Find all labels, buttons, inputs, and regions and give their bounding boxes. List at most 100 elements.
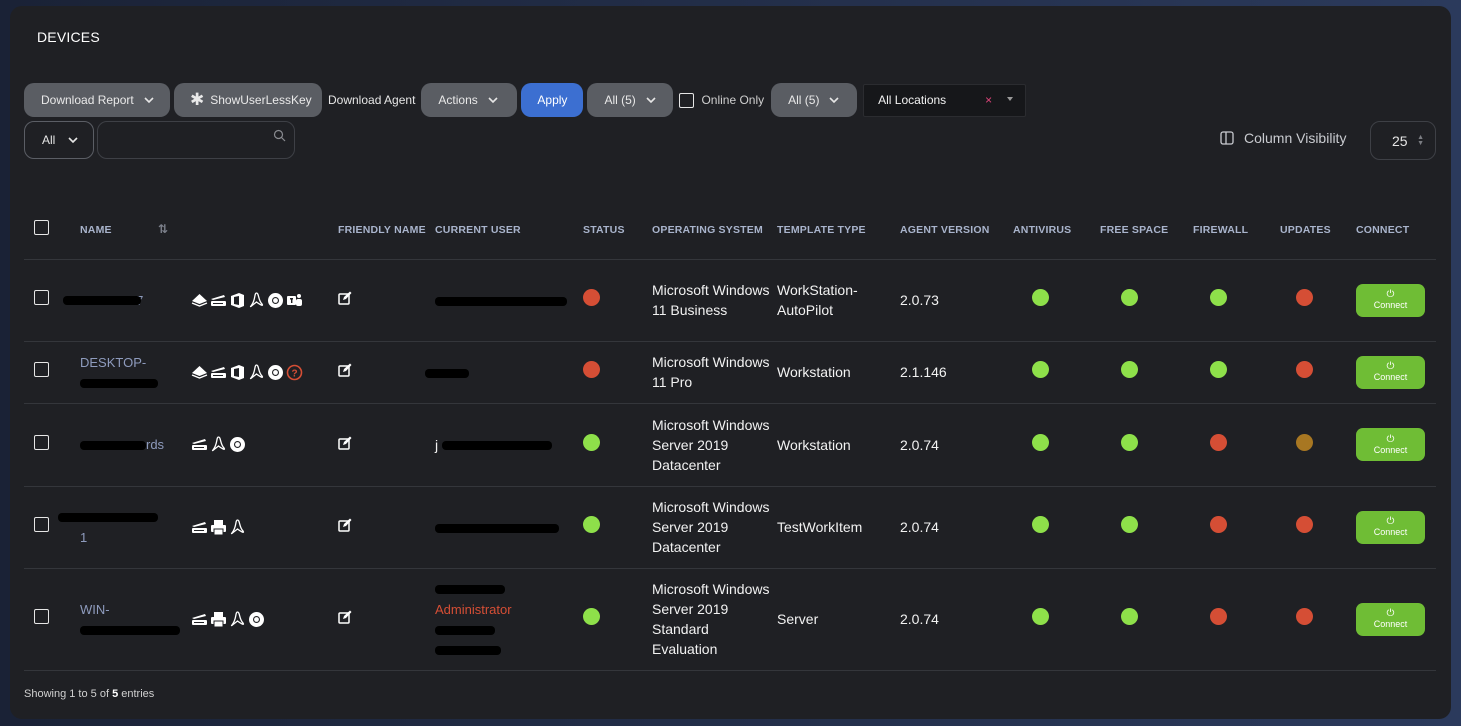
device-name-cell: 1 (58, 485, 191, 568)
device-name-link[interactable]: DESKTOP- (80, 355, 146, 370)
device-name-link[interactable]: rds (146, 437, 164, 452)
row-select-cell (24, 485, 80, 568)
redaction (58, 513, 158, 523)
row-select-cell (24, 402, 80, 486)
antivirus-dot (1032, 433, 1049, 451)
edit-icon[interactable] (338, 518, 352, 532)
edit-icon[interactable] (338, 610, 352, 624)
os-cell: Microsoft Windows Server 2019 Datacenter (652, 485, 777, 568)
connect-button[interactable]: ⏻ Connect (1356, 428, 1425, 461)
updates-cell (1280, 402, 1356, 486)
office-icon (231, 292, 244, 308)
devices-table: NAME ⇅ FRIENDLY NAME CURRENT USER STATUS… (24, 202, 1436, 671)
header-updates[interactable]: UPDATES (1280, 202, 1356, 259)
row-checkbox[interactable] (34, 434, 49, 450)
device-name-cell: AT-PC-107 (63, 258, 191, 341)
header-friendly-name[interactable]: FRIENDLY NAME (338, 202, 435, 259)
updates-dot (1296, 361, 1313, 378)
table-row: 1 Microsoft Windows Server 2019 Datacent… (24, 485, 1436, 568)
column-visibility-button[interactable]: Column Visibility (1220, 130, 1346, 146)
filter-2-label: All (5) (788, 93, 820, 107)
os-cell: Microsoft Windows Server 2019 Standard E… (652, 567, 777, 671)
power-icon: ⏻ (1386, 361, 1395, 372)
firewall-cell (1193, 258, 1280, 341)
updates-cell (1280, 485, 1356, 568)
device-name-cell: WIN- (80, 567, 191, 671)
filter-row: All (24, 121, 295, 159)
updates-dot (1296, 608, 1313, 625)
current-user-cell (435, 258, 583, 341)
device-name-link[interactable]: WIN- (80, 602, 110, 617)
pagination-suffix: entries (118, 688, 155, 700)
header-status[interactable]: STATUS (583, 202, 652, 259)
all-select[interactable]: All (24, 121, 94, 159)
sort-icon[interactable]: ⇅ (158, 222, 168, 237)
page-size-value: 25 (1392, 132, 1408, 149)
connect-button[interactable]: ⏻ Connect (1356, 602, 1425, 636)
firewall-cell (1193, 402, 1280, 486)
connect-button[interactable]: ⏻ Connect (1356, 283, 1425, 317)
firewall-cell (1193, 340, 1280, 403)
online-only-filter[interactable]: Online Only (679, 92, 764, 108)
header-antivirus[interactable]: ANTIVIRUS (1013, 202, 1100, 259)
row-checkbox[interactable] (34, 290, 49, 305)
header-agent-version[interactable]: AGENT VERSION (900, 202, 1013, 259)
header-firewall[interactable]: FIREWALL (1193, 202, 1280, 259)
edit-icon[interactable] (338, 291, 352, 305)
search-input[interactable] (98, 122, 294, 158)
connect-label: Connect (1373, 527, 1408, 537)
filter-dropdown-1[interactable]: All (5) (587, 83, 674, 117)
caret-down-icon[interactable] (1007, 96, 1014, 101)
apply-button[interactable]: Apply (521, 83, 584, 117)
agent-version-cell: 2.0.74 (900, 402, 1013, 486)
header-current-user[interactable]: CURRENT USER (435, 202, 583, 259)
location-select[interactable]: All Locations × (863, 83, 1027, 117)
updates-dot (1296, 433, 1313, 451)
free-space-dot (1121, 433, 1138, 451)
download-report-button[interactable]: Download Report (24, 83, 170, 117)
select-all-checkbox[interactable] (34, 220, 49, 236)
table-row: rds j Microsoft Windows Server 2019 Data… (24, 402, 1436, 486)
acrobat-icon (230, 610, 245, 626)
edit-icon[interactable] (338, 363, 352, 377)
agent-version-cell: 2.0.74 (900, 485, 1013, 568)
device-name-cell: rds (80, 402, 191, 486)
friendly-name-cell (338, 485, 435, 568)
show-user-less-key-button[interactable]: ✱ ShowUserLessKey (174, 83, 322, 117)
header-free-space[interactable]: FREE SPACE (1100, 202, 1193, 259)
row-checkbox[interactable] (34, 609, 49, 624)
power-icon: ⏻ (1386, 433, 1395, 445)
free-space-cell (1100, 402, 1193, 486)
row-checkbox[interactable] (34, 517, 49, 532)
free-space-dot (1121, 289, 1138, 306)
header-operating-system[interactable]: OPERATING SYSTEM (652, 202, 777, 259)
download-agent-link[interactable]: Download Agent (326, 93, 417, 107)
updates-dot (1296, 289, 1313, 306)
scanner-icon (211, 294, 226, 306)
redaction (435, 296, 567, 306)
asterisk-icon: ✱ (190, 90, 205, 109)
row-checkbox[interactable] (34, 362, 49, 377)
connect-button[interactable]: ⏻ Connect (1356, 510, 1425, 544)
antivirus-dot (1032, 361, 1049, 378)
device-name-link[interactable]: 1 (80, 530, 87, 545)
connect-button[interactable]: ⏻ Connect (1356, 355, 1425, 389)
actions-dropdown[interactable]: Actions (421, 83, 518, 117)
chevron-down-icon (144, 97, 154, 104)
clear-icon[interactable]: × (985, 93, 992, 107)
online-only-checkbox[interactable] (679, 92, 695, 108)
header-template-type[interactable]: TEMPLATE TYPE (777, 202, 900, 259)
page-size-select[interactable]: 25 ▲ ▼ (1370, 121, 1436, 160)
agent-version-cell: 2.0.74 (900, 567, 1013, 671)
up-down-icon: ▲ ▼ (1417, 134, 1424, 147)
updates-cell (1280, 340, 1356, 403)
status-dot (583, 608, 600, 625)
connect-label: Connect (1373, 619, 1408, 629)
filter-dropdown-2[interactable]: All (5) (771, 83, 858, 117)
connect-cell: ⏻ Connect (1356, 402, 1436, 486)
header-name[interactable]: NAME ⇅ (80, 202, 191, 259)
edit-icon[interactable] (338, 436, 352, 450)
current-user-cell: Administrator (435, 567, 583, 671)
table-row: DESKTOP- ? Microsoft Windows 11 Pro Work… (24, 340, 1436, 403)
header-name-label: NAME (80, 223, 112, 236)
